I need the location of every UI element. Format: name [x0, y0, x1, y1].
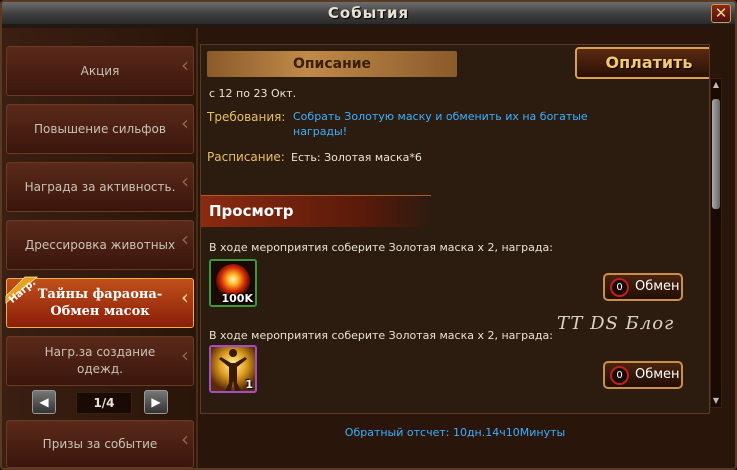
preview-header: Просмотр [201, 195, 431, 227]
exchange-count: 0 [610, 278, 629, 297]
exchange-label: Обмен [635, 367, 680, 382]
title-bar: События ✕ [2, 2, 735, 26]
schedule-text: Есть: Золотая маска*6 [291, 151, 422, 164]
pager: ◀ 1/4 ▶ [32, 390, 172, 416]
prev-page-button[interactable]: ◀ [32, 390, 56, 414]
schedule-label: Расписание: [207, 150, 285, 164]
sidebar-item-activity-reward[interactable]: Награда за активность. [6, 162, 194, 212]
task-description: В ходе мероприятия соберите Золотая маск… [209, 329, 553, 342]
event-dates: с 12 по 23 Окт. [209, 87, 297, 100]
countdown-timer: Обратный отсчет: 10дн.14ч10Минуты [344, 426, 566, 439]
item-quantity: 100K [221, 292, 254, 305]
page-indicator: 1/4 [76, 392, 132, 414]
exchange-label: Обмен [635, 279, 680, 294]
reward-item-slot[interactable]: 1 [209, 345, 257, 393]
scrollbar[interactable]: ▲ ▼ [710, 78, 722, 408]
exchange-button[interactable]: 0 Обмен [603, 361, 683, 389]
requirements-label: Требования: [207, 110, 286, 124]
item-quantity: 1 [245, 378, 253, 391]
sidebar-item-sylph-upgrade[interactable]: Повышение сильфов [6, 104, 194, 154]
sidebar-item-animal-training[interactable]: Дрессировка животных [6, 220, 194, 270]
scroll-thumb[interactable] [712, 99, 720, 209]
description-header: Описание [207, 51, 457, 77]
task-description: В ходе мероприятия соберите Золотая маск… [209, 241, 553, 254]
exchange-button[interactable]: 0 Обмен [603, 273, 683, 301]
sidebar-item-pharaoh-masks[interactable]: Тайны фараона-Обмен масок Нагр. [5, 276, 194, 328]
scroll-down-icon[interactable]: ▼ [711, 395, 721, 407]
sidebar-item-outfit-reward[interactable]: Нагр.за создание одежд. [6, 336, 194, 386]
sidebar-item-event-prizes[interactable]: Призы за событие [6, 420, 194, 468]
scroll-up-icon[interactable]: ▲ [711, 79, 721, 91]
requirements-text: Собрать Золотую маску и обменить их на б… [293, 110, 588, 138]
next-page-button[interactable]: ▶ [144, 390, 168, 414]
window-title: События [327, 4, 410, 22]
sidebar-item-promo[interactable]: Акция [6, 46, 194, 96]
exchange-count: 0 [610, 366, 629, 385]
reward-item-slot[interactable]: 100K [209, 259, 257, 307]
events-window: События ✕ Акция Повышение сильфов Наград… [0, 0, 737, 470]
blog-watermark: TT DS Блог [557, 313, 675, 334]
sidebar: Акция Повышение сильфов Награда за актив… [2, 28, 198, 468]
pay-button[interactable]: Оплатить [575, 47, 709, 79]
event-details-panel: Описание Оплатить с 12 по 23 Окт. Требов… [200, 44, 710, 414]
close-button[interactable]: ✕ [711, 4, 731, 23]
